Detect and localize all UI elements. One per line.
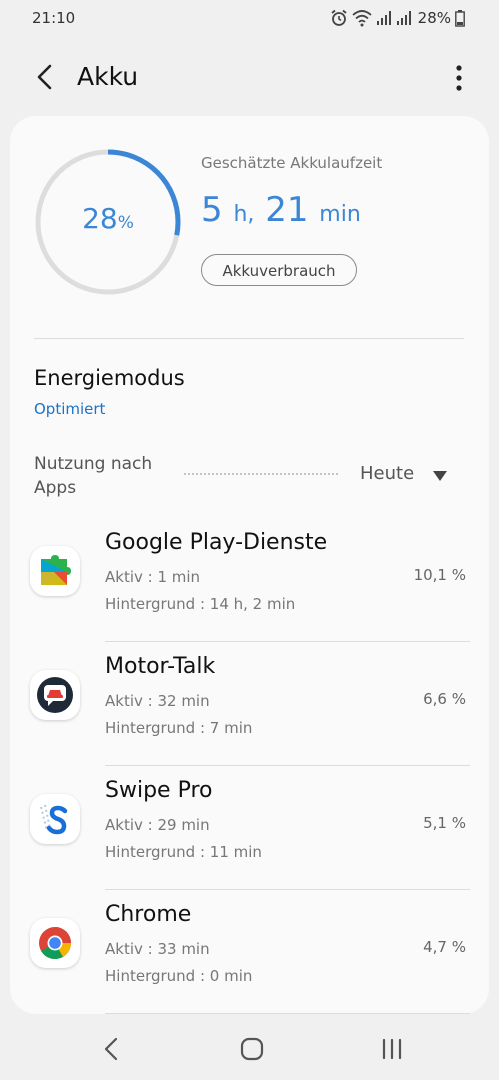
period-value: Heute [360,463,415,484]
app-name: Swipe Pro [105,778,213,803]
swipe-pro-icon [30,794,80,844]
motor-talk-icon [30,670,80,720]
app-usage-percent: 10,1 % [413,566,466,584]
nav-recents-icon[interactable] [377,1034,407,1064]
dotted-separator [184,473,338,475]
signal-icon [396,11,411,25]
power-mode-value: Optimiert [34,400,106,418]
caret-down-icon [433,471,447,481]
status-bar: 21:10 28% [0,0,499,36]
status-icons: 28% [330,9,465,27]
app-background-time: Hintergrund : 0 min [105,967,253,985]
battery-card: 28% Geschätzte Akkulaufzeit 5 h, 21 min … [10,116,489,1014]
alarm-icon [331,9,347,26]
app-background-time: Hintergrund : 7 min [105,719,253,737]
page-title: Akku [77,62,139,91]
app-background-time: Hintergrund : 11 min [105,843,262,861]
estimated-time-label: Geschätzte Akkulaufzeit [201,154,383,172]
app-row[interactable]: Chrome Aktiv : 33 min Hintergrund : 0 mi… [10,890,489,1014]
app-active-time: Aktiv : 32 min [105,692,210,710]
battery-level-text: 28% [34,202,182,235]
estimated-minutes: 21 [265,190,309,230]
app-background-time: Hintergrund : 14 h, 2 min [105,595,296,613]
section-divider [34,338,464,339]
battery-level-value: 28 [82,202,118,235]
usage-by-apps-label: Nutzung nach Apps [34,454,153,498]
power-mode-title: Energiemodus [34,366,185,390]
chrome-icon [30,918,80,968]
app-active-time: Aktiv : 1 min [105,568,201,586]
app-usage-percent: 6,6 % [423,690,466,708]
estimated-hours: 5 [201,190,223,230]
app-row[interactable]: Swipe Pro Aktiv : 29 min Hintergrund : 1… [10,766,489,890]
signal-icon [376,11,391,25]
app-usage-percent: 5,1 % [423,814,466,832]
navigation-bar [0,1016,499,1080]
wifi-icon [352,10,372,27]
battery-usage-button[interactable]: Akkuverbrauch [201,254,357,286]
app-active-time: Aktiv : 33 min [105,940,210,958]
app-usage-percent: 4,7 % [423,938,466,956]
app-row[interactable]: Motor-Talk Aktiv : 32 min Hintergrund : … [10,642,489,766]
nav-home-icon[interactable] [237,1034,267,1064]
app-bar: Akku [0,48,499,108]
battery-icon [455,9,465,27]
minutes-unit: min [319,202,361,227]
status-battery-percent: 28% [417,9,451,27]
more-vertical-icon[interactable] [449,62,469,94]
battery-level-unit: % [117,213,134,233]
estimated-time-value: 5 h, 21 min [201,190,361,230]
status-time: 21:10 [32,9,76,27]
app-name: Chrome [105,902,192,927]
hours-unit: h, [233,202,255,227]
nav-back-icon[interactable] [97,1034,127,1064]
back-arrow-icon[interactable] [28,60,62,94]
app-active-time: Aktiv : 29 min [105,816,210,834]
app-name: Google Play-Dienste [105,530,328,555]
row-divider [105,1013,470,1014]
google-play-services-icon [30,546,80,596]
app-row[interactable]: Google Play-Dienste Aktiv : 1 min Hinter… [10,518,489,642]
app-name: Motor-Talk [105,654,216,679]
